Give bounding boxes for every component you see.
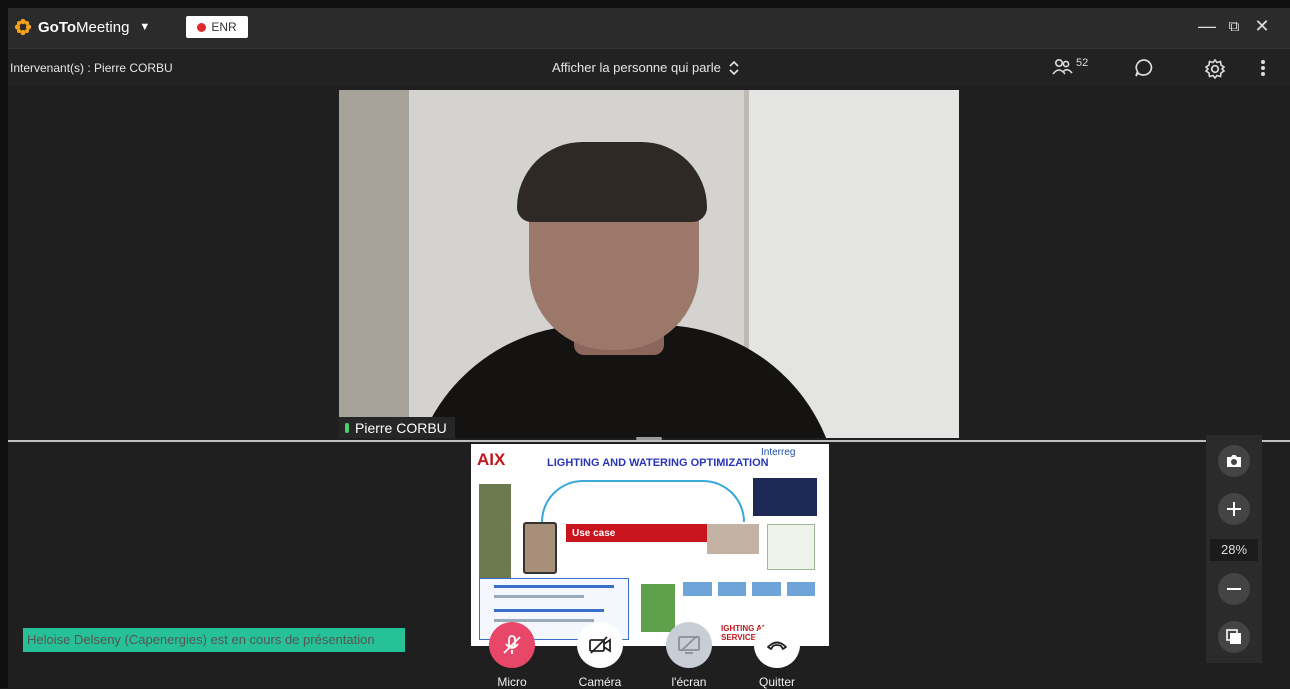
participant-count: 52 [1076, 57, 1089, 69]
slide-table-image [767, 524, 815, 570]
speaker-video: Pierre CORBU [339, 90, 959, 438]
camera-off-icon [589, 636, 611, 654]
title-bar: GoToMeeting ▼ ENR — ⧉ ✕ [8, 8, 1290, 48]
zoom-out-button[interactable] [1218, 573, 1250, 605]
slide-network-arch [541, 480, 745, 522]
camera-label: Caméra [578, 675, 622, 689]
plus-icon [1227, 502, 1241, 516]
updown-chevron-icon [729, 60, 739, 75]
micro-label: Micro [497, 675, 527, 689]
screen-share-off-icon [678, 635, 700, 654]
slide-title: LIGHTING AND WATERING OPTIMIZATION [547, 457, 769, 469]
recording-label: ENR [211, 20, 237, 34]
minus-icon [1227, 588, 1241, 590]
slide-partner-logo: Interreg [761, 447, 796, 458]
slide-phone-image [523, 522, 557, 574]
shared-screen: AIX LIGHTING AND WATERING OPTIMIZATION I… [471, 444, 829, 646]
info-bar: Intervenant(s) : Pierre CORBU Afficher l… [8, 48, 1290, 87]
more-options-icon[interactable] [1260, 58, 1266, 78]
slide-flow-diagram [683, 582, 815, 596]
speaker-name-tag: Pierre CORBU [339, 417, 455, 438]
share-screen-label: l'écran [671, 675, 707, 689]
slide-plants-image [641, 584, 675, 632]
presenting-banner: Heloise Delseny (Capenergies) est en cou… [23, 628, 405, 652]
caret-down-icon: ▼ [139, 21, 151, 33]
mic-muted-icon [503, 635, 521, 654]
slide-logo: AIX [477, 450, 506, 469]
settings-gear-icon[interactable] [1204, 58, 1226, 80]
restore-button[interactable]: ⧉ [1222, 18, 1246, 35]
view-mode-label: Afficher la personne qui parle [552, 60, 721, 75]
zoom-in-button[interactable] [1218, 493, 1250, 525]
fit-screen-button[interactable] [1218, 621, 1250, 653]
slide-use-case-banner: Use case [566, 524, 712, 542]
speaker-label: Intervenant(s) : Pierre CORBU [10, 61, 173, 75]
participants-button[interactable]: 52 [1052, 57, 1089, 76]
micro-button[interactable] [489, 622, 535, 668]
record-dot-icon [197, 22, 207, 32]
slide-map-image [707, 524, 759, 554]
gotomeeting-logo-icon [14, 18, 32, 36]
snapshot-button[interactable] [1218, 445, 1250, 477]
view-mode-select[interactable]: Afficher la personne qui parle [552, 60, 739, 75]
quit-button[interactable] [754, 622, 800, 668]
split-divider[interactable] [8, 440, 1290, 442]
quit-label: Quitter [758, 675, 795, 689]
slide-street-image [753, 478, 817, 516]
speaking-indicator-icon [345, 422, 349, 433]
chat-icon[interactable] [1134, 58, 1154, 78]
close-button[interactable]: ✕ [1250, 16, 1274, 37]
zoom-level: 28% [1210, 539, 1258, 561]
app-menu[interactable]: GoToMeeting ▼ [14, 18, 150, 36]
participants-icon [1052, 58, 1073, 75]
minimize-button[interactable]: — [1195, 16, 1219, 37]
recording-badge[interactable]: ENR [186, 16, 248, 38]
meeting-window: GoToMeeting ▼ ENR — ⧉ ✕ Intervenant(s) :… [8, 8, 1290, 689]
camera-button[interactable] [577, 622, 623, 668]
split-handle[interactable] [636, 437, 662, 440]
app-name: GoToMeeting [38, 18, 130, 36]
meeting-stage: Pierre CORBU AIX LIGHTING AND WATERING O… [8, 86, 1290, 689]
zoom-panel: 28% [1206, 435, 1262, 663]
speaker-name: Pierre CORBU [355, 419, 447, 436]
hang-up-icon [767, 641, 787, 650]
camera-snapshot-icon [1227, 455, 1241, 467]
share-screen-button[interactable] [666, 622, 712, 668]
copy-window-icon [1226, 629, 1241, 644]
